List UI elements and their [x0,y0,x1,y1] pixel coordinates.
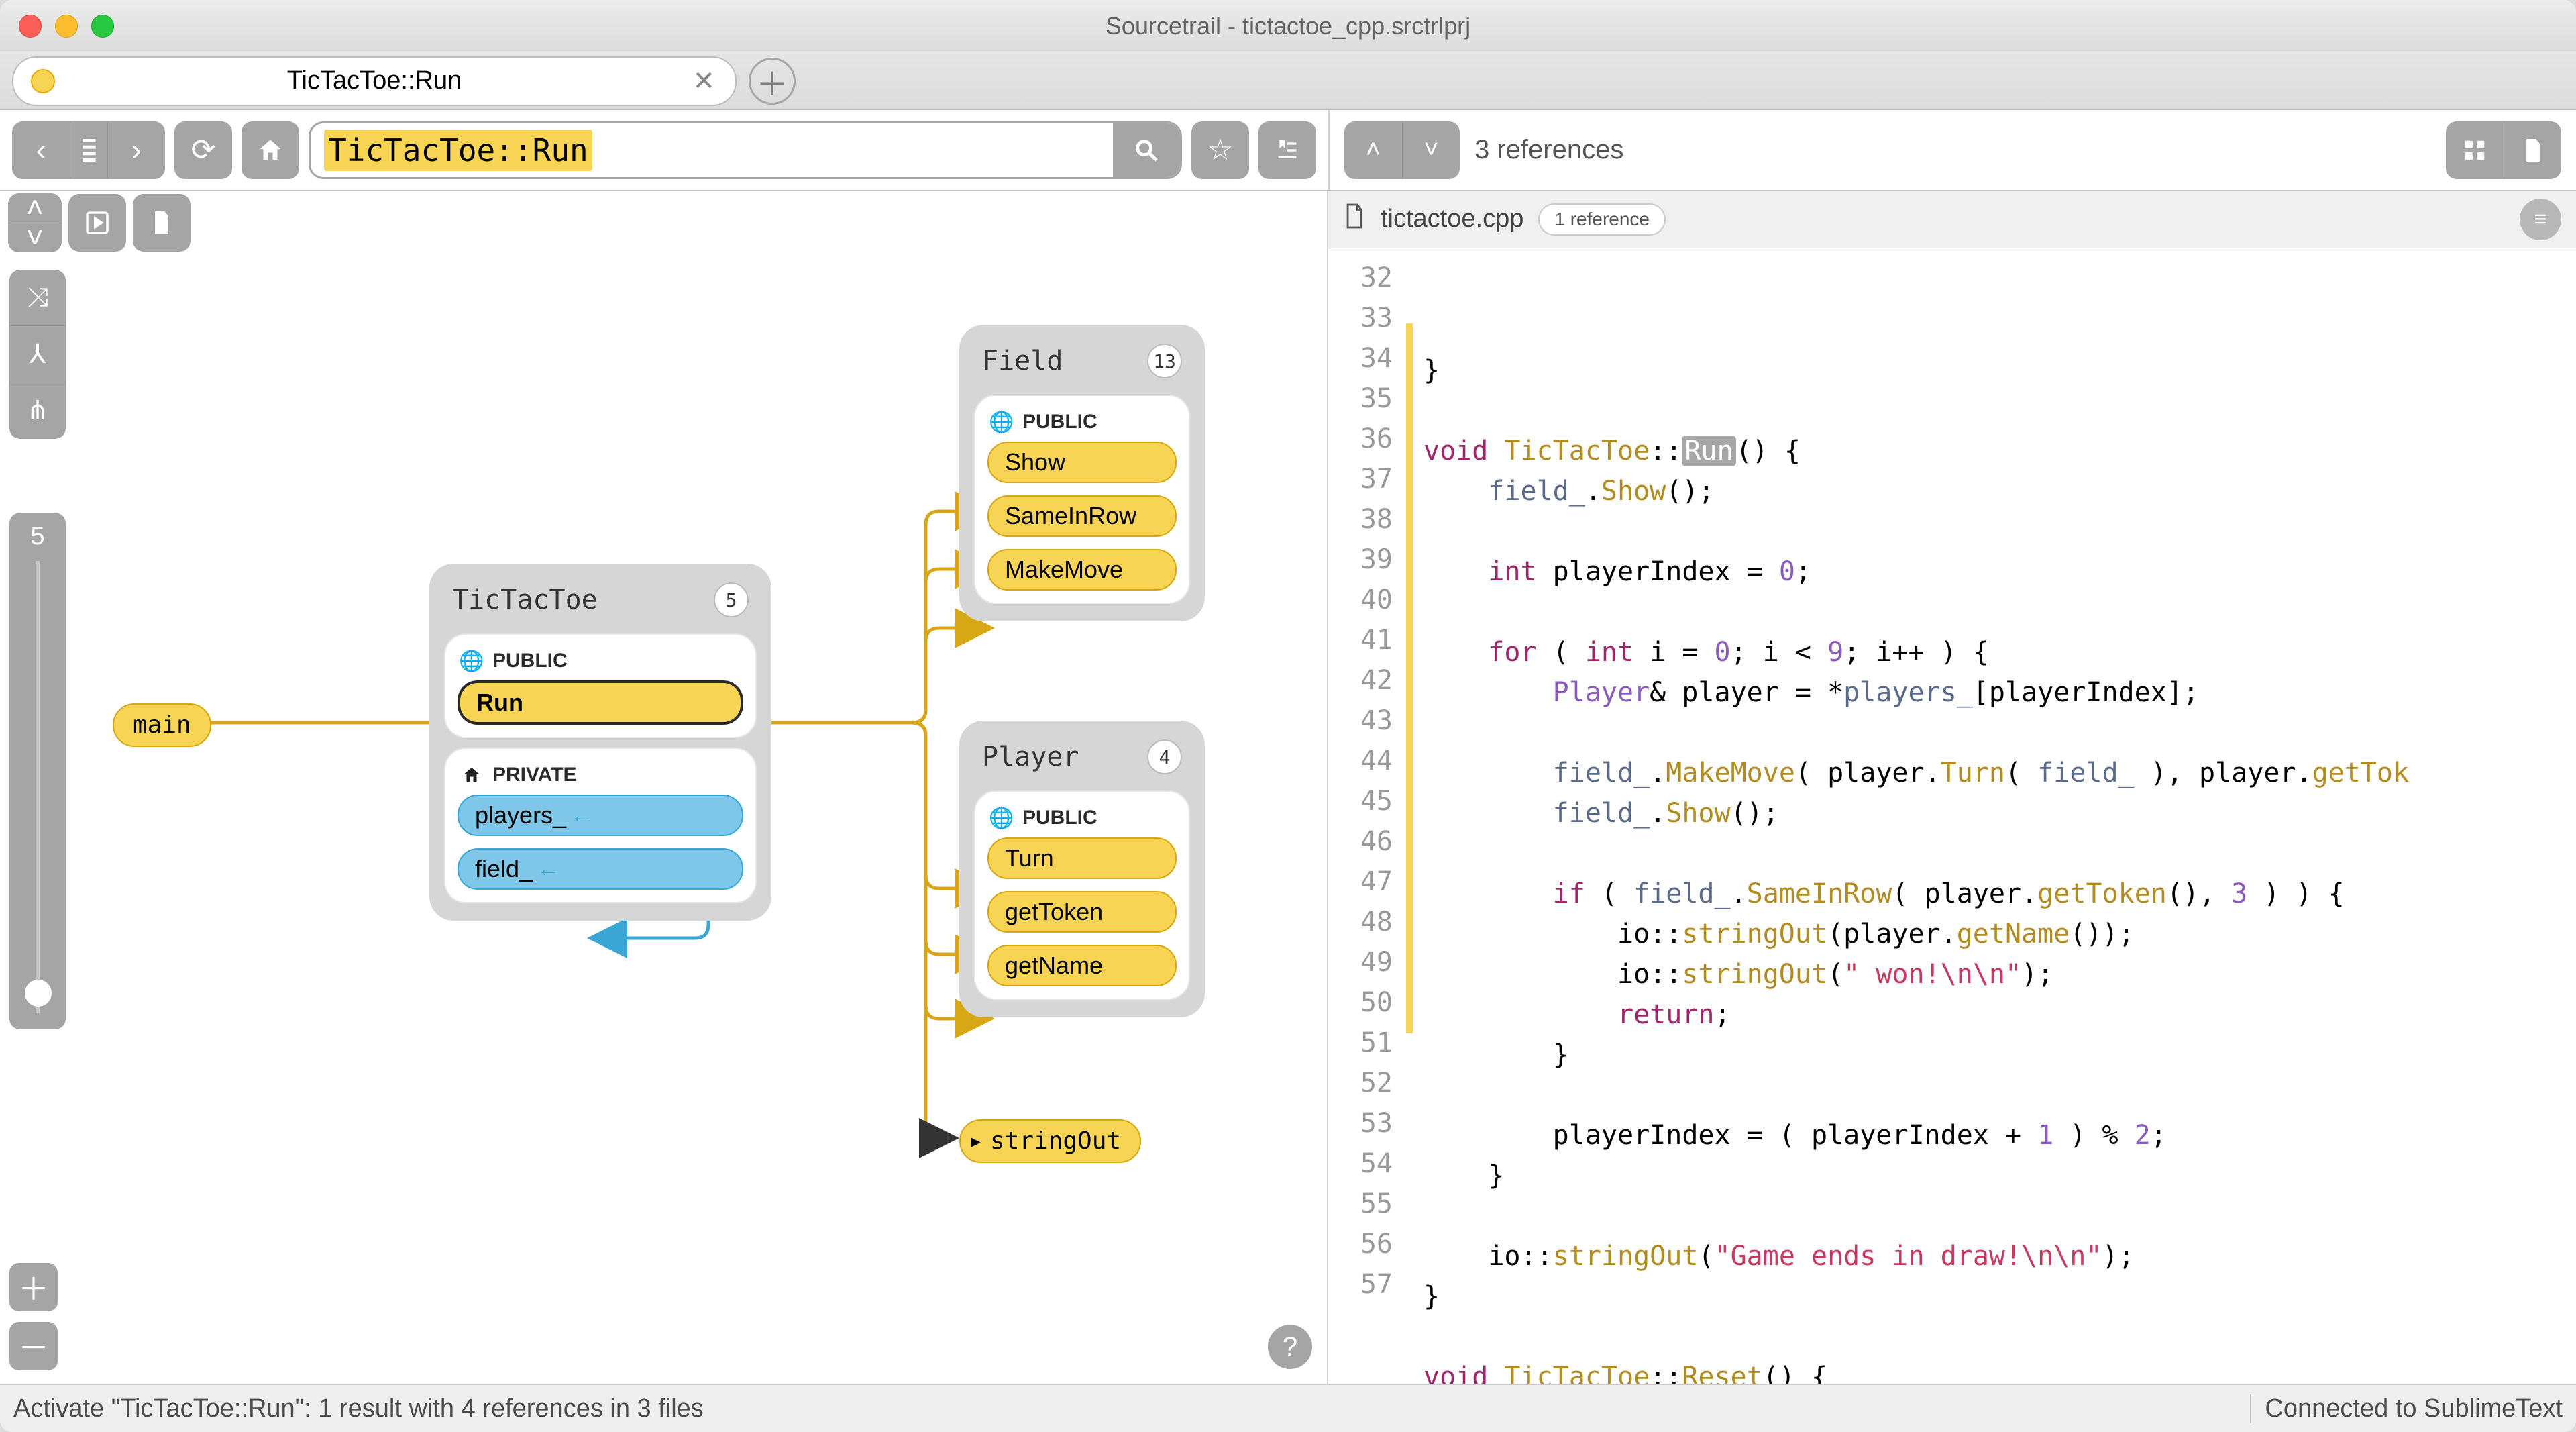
section-public: 🌐PUBLIC Run [444,633,757,738]
method-getname[interactable]: getName [987,945,1177,986]
method-turn[interactable]: Turn [987,837,1177,879]
class-badge[interactable]: 4 [1147,739,1182,774]
line-number-gutter: 3233343536373839404142434445464748495051… [1328,248,1406,1384]
file-menu-button[interactable]: ≡ [2520,199,2561,240]
node-main[interactable]: main [113,703,211,747]
globe-icon: 🌐 [460,650,483,672]
node-label: main [113,703,211,747]
play-icon: ▸ [969,1127,983,1155]
reference-count: 3 references [1474,135,1623,165]
titlebar[interactable]: Sourcetrail - tictactoe_cpp.srctrlprj [0,0,2576,52]
member-field[interactable]: field_← [458,848,743,890]
graph-panel[interactable]: ˄ ˅ ⤨ ⅄ ⋔ 5 ＋ － [0,191,1328,1384]
globe-icon: 🌐 [990,411,1013,433]
method-makemove[interactable]: MakeMove [987,549,1177,591]
toolbar: ‹ › ⟳ TicTacToe::Run ☆ [0,110,2576,191]
method-run[interactable]: Run [458,680,743,725]
class-field[interactable]: Field 13 🌐PUBLIC Show SameInRow MakeMove [959,325,1205,621]
member-players[interactable]: players_← [458,795,743,836]
tab-label: TicTacToe::Run [287,66,462,95]
node-label: stringOut [990,1127,1121,1155]
code-lines[interactable]: } void TicTacToe::Run() { field_.Show();… [1406,248,2576,1384]
class-title: Player [982,741,1079,772]
file-header[interactable]: tictactoe.cpp 1 reference ≡ [1328,191,2576,248]
home-button[interactable] [241,121,299,179]
file-reference-badge: 1 reference [1538,203,1666,236]
bookmarks-list-button[interactable] [1258,121,1316,179]
app-window: Sourcetrail - tictactoe_cpp.srctrlprj Ti… [0,0,2576,1432]
class-title: Field [982,346,1063,376]
highlight-range-indicator [1406,323,1413,1033]
search-button[interactable] [1113,123,1180,177]
status-bar: Activate "TicTacToe::Run": 1 result with… [0,1384,2576,1432]
tab-tictactoe-run[interactable]: TicTacToe::Run ✕ [12,56,737,106]
view-mode-toggle [2446,121,2561,179]
refresh-button[interactable]: ⟳ [174,121,232,179]
single-file-mode-button[interactable] [2504,121,2561,179]
bookmark-button[interactable]: ☆ [1191,121,1249,179]
tab-symbol-icon [31,69,55,93]
tabbar: TicTacToe::Run ✕ ＋ [0,52,2576,110]
section-public: 🌐PUBLIC Show SameInRow MakeMove [974,395,1190,604]
inbound-arrow-icon: ← [570,803,593,829]
forward-button[interactable]: › [107,121,165,179]
code-view[interactable]: 3233343536373839404142434445464748495051… [1328,248,2576,1384]
class-player[interactable]: Player 4 🌐PUBLIC Turn getToken getName [959,721,1205,1017]
graph-toolbar: ‹ › ⟳ TicTacToe::Run ☆ [0,110,1328,190]
graph-canvas[interactable]: main TicTacToe 5 🌐PUBLIC Run PRIVATE pla… [0,191,1327,1384]
body: ˄ ˅ ⤨ ⅄ ⋔ 5 ＋ － [0,191,2576,1384]
close-tab-icon[interactable]: ✕ [692,66,715,97]
section-public: 🌐PUBLIC Turn getToken getName [974,790,1190,1000]
inbound-arrow-icon: ← [537,856,559,882]
section-private: PRIVATE players_← field_← [444,748,757,903]
search-bar[interactable]: TicTacToe::Run [309,121,1182,179]
class-title: TicTacToe [452,584,598,615]
add-tab-button[interactable]: ＋ [749,58,796,105]
next-reference-button[interactable]: ˅ [1402,121,1460,179]
search-input[interactable]: TicTacToe::Run [311,123,1113,177]
function-stringout[interactable]: ▸ stringOut [959,1119,1141,1163]
nav-group: ‹ › [12,121,165,179]
status-message: Activate "TicTacToe::Run": 1 result with… [13,1394,704,1423]
reference-nav: ˄ ˅ [1344,121,1460,179]
home-icon [460,764,483,786]
code-toolbar: ˄ ˅ 3 references [1328,110,2576,190]
snippet-mode-button[interactable] [2446,121,2504,179]
code-panel: tictactoe.cpp 1 reference ≡ 323334353637… [1328,191,2576,1384]
editor-connection-status: Connected to SublimeText [2250,1394,2563,1423]
class-badge[interactable]: 5 [714,582,749,617]
method-sameinrow[interactable]: SameInRow [987,495,1177,537]
globe-icon: 🌐 [990,807,1013,829]
method-gettoken[interactable]: getToken [987,891,1177,933]
file-name: tictactoe.cpp [1381,205,1523,234]
history-button[interactable] [70,121,107,179]
prev-reference-button[interactable]: ˄ [1344,121,1402,179]
back-button[interactable]: ‹ [12,121,70,179]
file-icon [1343,203,1366,236]
window-title: Sourcetrail - tictactoe_cpp.srctrlprj [0,12,2576,40]
method-show[interactable]: Show [987,442,1177,483]
class-badge[interactable]: 13 [1147,344,1182,378]
class-tictactoe[interactable]: TicTacToe 5 🌐PUBLIC Run PRIVATE players_… [429,564,771,921]
